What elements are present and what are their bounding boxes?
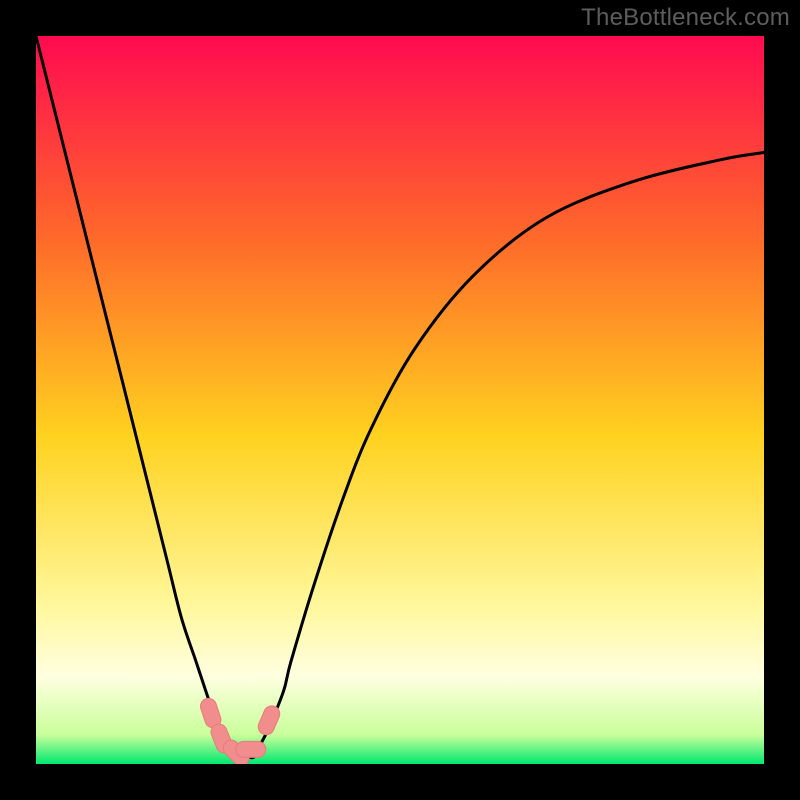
chart-svg	[36, 36, 764, 764]
chart-frame: TheBottleneck.com	[0, 0, 800, 800]
gradient-background	[36, 36, 764, 764]
plot-area	[36, 36, 764, 764]
curve-marker	[236, 741, 266, 757]
watermark-text: TheBottleneck.com	[581, 4, 790, 32]
